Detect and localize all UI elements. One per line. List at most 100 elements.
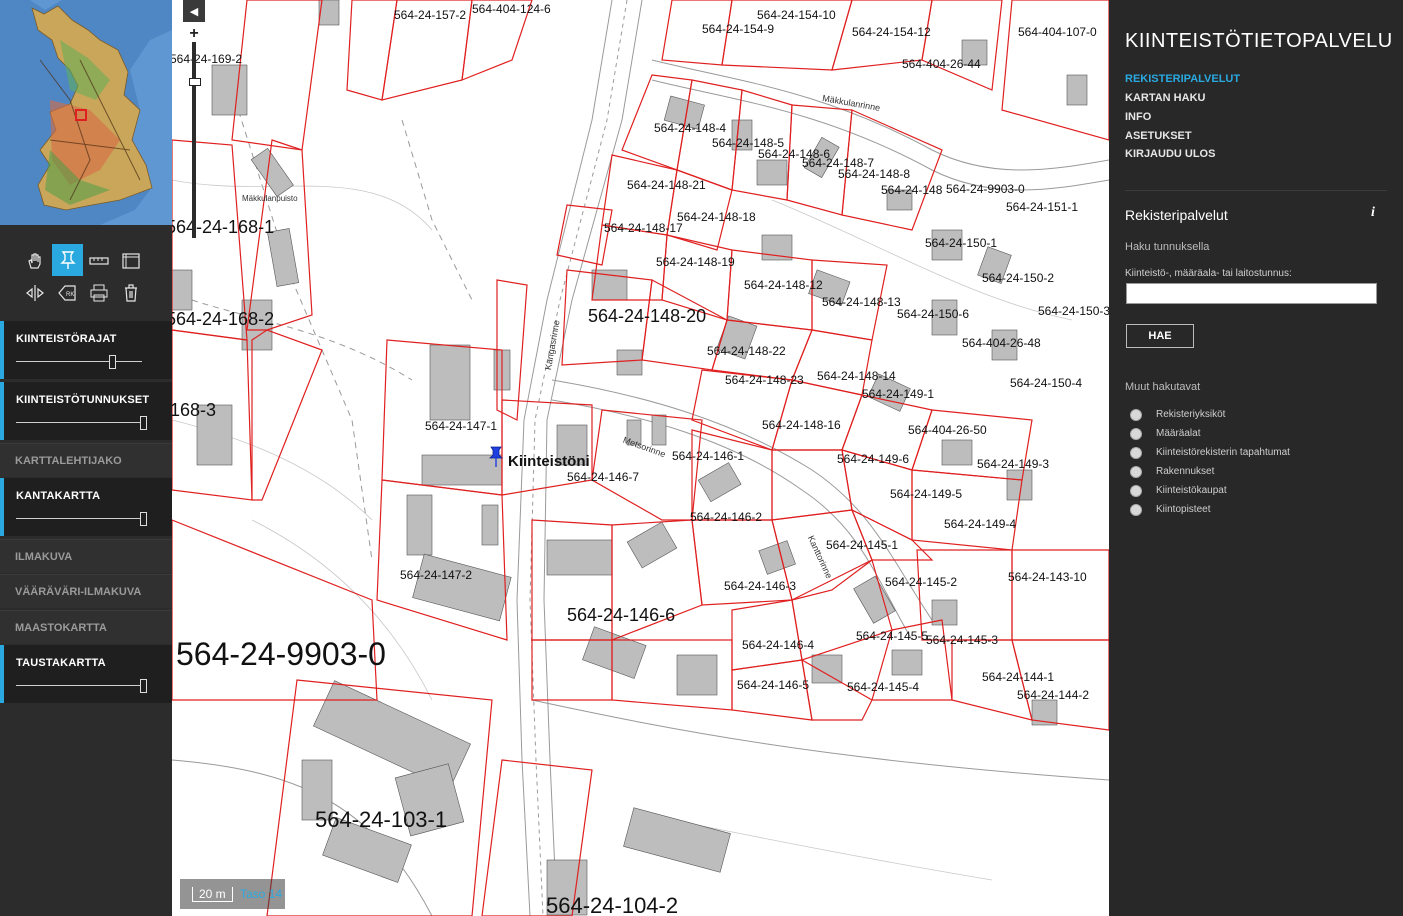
parcel-label[interactable]: 564-24-168-2 xyxy=(172,309,274,330)
parcel-label[interactable]: 564-24-150-2 xyxy=(982,271,1054,285)
parcel-label[interactable]: 564-24-146-2 xyxy=(690,510,762,524)
parcel-label[interactable]: 564-24-146-1 xyxy=(672,449,744,463)
parcel-label[interactable]: 564-24-148-22 xyxy=(707,344,786,358)
ruler-icon[interactable] xyxy=(84,246,114,276)
parcel-label[interactable]: 564-24-154-10 xyxy=(757,8,836,22)
parcel-label[interactable]: 564-24-147-1 xyxy=(425,419,497,433)
radio-label[interactable]: Määräalat xyxy=(1156,428,1200,439)
parcel-label[interactable]: 564-24-149-1 xyxy=(862,387,934,401)
parcel-label[interactable]: 564-24-150-3 xyxy=(1038,304,1109,318)
parcel-label[interactable]: 564-24-149-6 xyxy=(837,452,909,466)
property-marker-pin-icon[interactable] xyxy=(489,446,503,468)
nav-info[interactable]: INFO xyxy=(1125,111,1151,123)
parcel-label[interactable]: 564-24-148-20 xyxy=(588,306,706,327)
parcel-label[interactable]: 564-24-146-7 xyxy=(567,470,639,484)
opacity-slider[interactable] xyxy=(16,361,142,362)
opacity-slider[interactable] xyxy=(16,685,142,686)
pin-icon[interactable] xyxy=(52,244,83,276)
radio-maaraalat[interactable] xyxy=(1130,428,1142,440)
parcel-label[interactable]: 564-24-145-4 xyxy=(847,680,919,694)
parcel-label[interactable]: 564-24-148-8 xyxy=(838,167,910,181)
overview-map[interactable] xyxy=(0,0,172,225)
opacity-slider-handle[interactable] xyxy=(140,512,147,526)
radio-rakennukset[interactable] xyxy=(1130,466,1142,478)
layer-vaaravari-ilmakuva[interactable]: VÄÄRÄVÄRI-ILMAKUVA xyxy=(0,574,172,608)
parcel-label[interactable]: 564-24-9903-0 xyxy=(946,182,1025,196)
parcel-label[interactable]: 564-24-151-1 xyxy=(1006,200,1078,214)
parcel-label[interactable]: 564-404-124-6 xyxy=(472,2,551,16)
nav-kirjaudu-ulos[interactable]: KIRJAUDU ULOS xyxy=(1125,148,1215,160)
split-icon[interactable] xyxy=(20,278,50,308)
parcel-label[interactable]: 564-24-146-5 xyxy=(737,678,809,692)
parcel-label[interactable]: 564-24-146-3 xyxy=(724,579,796,593)
parcel-label[interactable]: 564-24-103-1 xyxy=(315,807,447,833)
parcel-label[interactable]: 564-24-149-5 xyxy=(890,487,962,501)
opacity-slider-handle[interactable] xyxy=(109,355,116,369)
parcel-label[interactable]: 564-24-150-4 xyxy=(1010,376,1082,390)
parcel-label[interactable]: 564-24-143-10 xyxy=(1008,570,1087,584)
nav-rekisteripalvelut[interactable]: REKISTERIPALVELUT xyxy=(1125,73,1240,85)
layer-kiinteistorajat[interactable]: KIINTEISTÖRAJAT xyxy=(0,321,172,379)
parcel-label[interactable]: 564-404-26-50 xyxy=(908,423,987,437)
nav-kartan-haku[interactable]: KARTAN HAKU xyxy=(1125,92,1205,104)
parcel-label[interactable]: 564-24-157-2 xyxy=(394,8,466,22)
parcel-label[interactable]: 564-24-148-18 xyxy=(677,210,756,224)
opacity-slider[interactable] xyxy=(16,422,142,423)
zoom-slider-handle[interactable] xyxy=(189,78,201,86)
radio-rekisteriyksikot[interactable] xyxy=(1130,409,1142,421)
info-icon[interactable]: i xyxy=(1371,205,1375,221)
opacity-slider[interactable] xyxy=(16,518,142,519)
parcel-label[interactable]: 564-24-148-17 xyxy=(604,221,683,235)
radio-label[interactable]: Kiinteistökaupat xyxy=(1156,485,1227,496)
map-canvas[interactable]: 564-24-157-2 564-404-124-6 564-24-154-10… xyxy=(172,0,1109,916)
layer-kantakartta[interactable]: KANTAKARTTA xyxy=(0,478,172,536)
parcel-label[interactable]: 564-24-150-1 xyxy=(925,236,997,250)
opacity-slider-handle[interactable] xyxy=(140,679,147,693)
tag-icon[interactable]: RK xyxy=(52,278,82,308)
parcel-label[interactable]: 564-24-144-2 xyxy=(1017,688,1089,702)
nav-asetukset[interactable]: ASETUKSET xyxy=(1125,130,1192,142)
parcel-label[interactable]: 564-404-26-48 xyxy=(962,336,1041,350)
layer-maastokartta[interactable]: MAASTOKARTTA xyxy=(0,610,172,644)
parcel-label[interactable]: 564-24-9903-0 xyxy=(176,636,386,673)
parcel-label[interactable]: 564-24-149-4 xyxy=(944,517,1016,531)
property-id-input[interactable] xyxy=(1126,283,1377,304)
parcel-label[interactable]: 564-24-148-21 xyxy=(627,178,706,192)
parcel-label[interactable]: 564-24-168-1 xyxy=(172,217,274,238)
parcel-label[interactable]: 564-24-150-6 xyxy=(897,307,969,321)
parcel-label[interactable]: 564-24-144-1 xyxy=(982,670,1054,684)
parcel-label[interactable]: 564-24-169-2 xyxy=(172,52,242,66)
layer-karttalehtijako[interactable]: KARTTALEHTIJAKO xyxy=(0,443,172,477)
radio-label[interactable]: Kiinteistörekisterin tapahtumat xyxy=(1156,447,1290,458)
parcel-label[interactable]: 564-404-26-44 xyxy=(902,57,981,71)
layer-taustakartta[interactable]: TAUSTAKARTTA xyxy=(0,645,172,703)
parcel-label[interactable]: 564-24-148-23 xyxy=(725,373,804,387)
parcel-label[interactable]: 564-24-104-2 xyxy=(546,893,678,916)
property-marker-label[interactable]: Kiinteistöni xyxy=(508,453,590,470)
parcel-label[interactable]: 564-24-148-19 xyxy=(656,255,735,269)
parcel-label[interactable]: 564-404-107-0 xyxy=(1018,25,1097,39)
parcel-label[interactable]: 564-24-154-12 xyxy=(852,25,931,39)
parcel-label[interactable]: 564-24-148-12 xyxy=(744,278,823,292)
radio-kiintopisteet[interactable] xyxy=(1130,504,1142,516)
zoom-slider[interactable] xyxy=(192,42,196,238)
opacity-slider-handle[interactable] xyxy=(140,416,147,430)
parcel-label[interactable]: 564-24-146-4 xyxy=(742,638,814,652)
radio-kiinteistokaupat[interactable] xyxy=(1130,485,1142,497)
parcel-label[interactable]: 564-24-148-13 xyxy=(822,295,901,309)
trash-icon[interactable] xyxy=(116,278,146,308)
print-icon[interactable] xyxy=(84,278,114,308)
parcel-label[interactable]: 564-24-148-16 xyxy=(762,418,841,432)
parcel-label[interactable]: 564-24-145-1 xyxy=(826,538,898,552)
parcel-label[interactable]: 564-24-148 xyxy=(881,183,942,197)
parcel-label[interactable]: 564-24-147-2 xyxy=(400,568,472,582)
radio-label[interactable]: Kiintopisteet xyxy=(1156,504,1210,515)
search-button[interactable]: HAE xyxy=(1126,324,1194,348)
parcel-label[interactable]: 564-24-145-3 xyxy=(926,633,998,647)
area-icon[interactable] xyxy=(116,246,146,276)
radio-label[interactable]: Rekisteriyksiköt xyxy=(1156,409,1225,420)
parcel-label[interactable]: 564-24-154-9 xyxy=(702,22,774,36)
parcel-label[interactable]: 564-24-145-5 xyxy=(856,629,928,643)
layer-kiinteistotunnukset[interactable]: KIINTEISTÖTUNNUKSET xyxy=(0,382,172,440)
parcel-label[interactable]: 564-24-148-14 xyxy=(817,369,896,383)
